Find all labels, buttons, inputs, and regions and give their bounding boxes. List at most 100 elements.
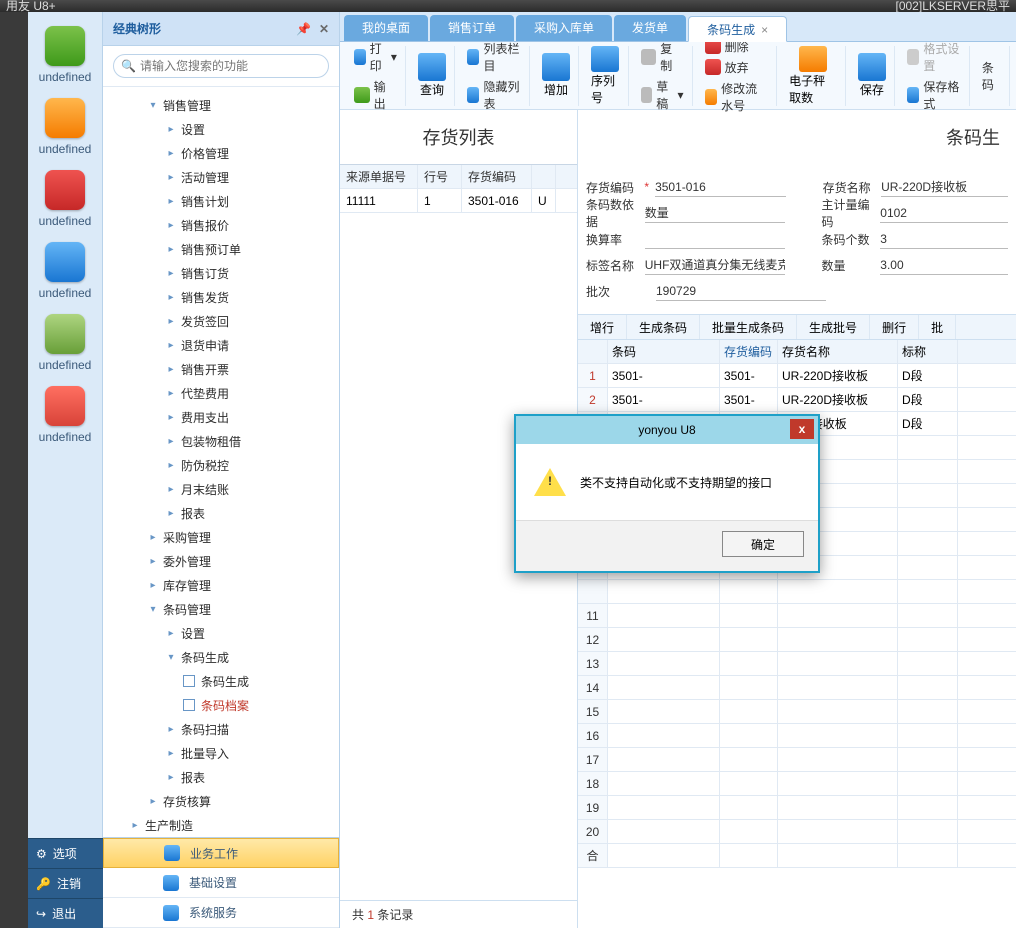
table-row[interactable]: 1111113501-016U [340,189,577,213]
table-row[interactable]: 20 [578,820,1016,844]
save-button[interactable]: 保存 [850,46,895,106]
tree-node[interactable]: ▸销售发货 [103,285,339,309]
pin-icon[interactable]: 📌 [296,22,311,36]
col-header[interactable]: 存货编码 [720,340,778,363]
count-basis-field[interactable] [645,203,785,223]
tree-node[interactable]: ▸活动管理 [103,165,339,189]
tree-node[interactable]: ▸委外管理 [103,549,339,573]
dialog-ok-button[interactable]: 确定 [722,531,804,557]
tree-node[interactable]: ▸批量导入 [103,741,339,765]
tree-node[interactable]: ▾销售管理 [103,93,339,117]
add-button[interactable]: 增加 [534,46,579,106]
tree-node[interactable]: ▸包装物租借 [103,429,339,453]
query-button[interactable]: 查询 [410,46,455,106]
nav-footer-item[interactable]: 业务工作 [103,838,339,868]
tree-node[interactable]: ▸销售预订单 [103,237,339,261]
col-header[interactable]: 存货编码 [462,165,532,188]
tree-node[interactable]: 条码档案 [103,693,339,717]
copy-button[interactable]: 复制 [641,40,684,74]
table-row[interactable]: 2 3501-016190729005 3501-016 UR-220D接收板 … [578,388,1016,412]
tree-node[interactable]: ▸库存管理 [103,573,339,597]
tree-node[interactable]: ▸防伪税控 [103,453,339,477]
unit-code-field[interactable] [880,203,1008,223]
tab[interactable]: 发货单 [614,15,686,41]
tab[interactable]: 销售订单 [430,15,514,41]
col-header[interactable] [578,340,608,363]
tree-node[interactable]: ▸费用支出 [103,405,339,429]
toolbar-button[interactable]: 批量生成条码 [700,315,797,339]
toolbar-button[interactable]: 增行 [578,315,627,339]
rail-item[interactable]: undefined [28,236,102,308]
nav-footer-item[interactable]: 基础设置 [103,868,339,898]
tree-node[interactable]: ▸销售订货 [103,261,339,285]
col-header[interactable]: 行号 [418,165,462,188]
tree-node[interactable]: ▸报表 [103,501,339,525]
tree-node[interactable]: ▸设置 [103,117,339,141]
toolbar-button[interactable]: 批 [919,315,956,339]
tree-node[interactable]: ▸销售计划 [103,189,339,213]
table-row[interactable]: 18 [578,772,1016,796]
tree-node[interactable]: ▸价格管理 [103,141,339,165]
col-header[interactable]: 标称 [898,340,958,363]
listcol-button[interactable]: 列表栏目 [467,40,521,74]
rail-item[interactable]: undefined [28,380,102,452]
table-row[interactable]: 13 [578,652,1016,676]
rail-item[interactable]: undefined [28,164,102,236]
table-row[interactable]: 合计 [578,844,1016,868]
tree-node[interactable]: ▸存货核算 [103,789,339,813]
barcode-button[interactable]: 条码 [982,59,1001,93]
barcode-count-field[interactable] [880,229,1008,249]
discard-button[interactable]: 放弃 [705,59,769,76]
savefmt-button[interactable]: 保存格式 [907,78,961,112]
tree-node[interactable]: ▸发货签回 [103,309,339,333]
side-option[interactable]: ⚙选项 [28,838,103,868]
qty-field[interactable] [880,255,1008,275]
table-row[interactable]: 17 [578,748,1016,772]
tab[interactable]: 条码生成× [688,16,787,42]
tree-node[interactable]: ▸代垫费用 [103,381,339,405]
toolbar-button[interactable]: 生成批号 [797,315,870,339]
tag-name-field[interactable] [645,255,785,275]
rate-field[interactable] [645,229,785,249]
scale-button[interactable]: 电子秤取数 [781,46,846,106]
side-option[interactable]: ↪退出 [28,898,103,928]
tree-node[interactable]: 条码生成 [103,669,339,693]
dialog-close-button[interactable]: x [790,419,814,439]
tree-node[interactable]: ▸销售报价 [103,213,339,237]
tree-node[interactable]: ▸生产制造 [103,813,339,837]
modifyflow-button[interactable]: 修改流水号 [705,80,769,114]
tree-node[interactable]: ▸设置 [103,621,339,645]
tree-node[interactable]: ▸采购管理 [103,525,339,549]
table-row[interactable]: 16 [578,724,1016,748]
inv-name-field[interactable] [881,177,1008,197]
close-icon[interactable]: ✕ [319,22,329,36]
inv-code-field[interactable] [655,177,786,197]
tree-node[interactable]: ▸退货申请 [103,333,339,357]
rail-item[interactable]: undefined [28,20,102,92]
toolbar-button[interactable]: 删行 [870,315,919,339]
col-header[interactable]: 条码 [608,340,720,363]
fmtset-button[interactable]: 格式设置 [907,40,961,74]
hidecol-button[interactable]: 隐藏列表 [467,78,521,112]
tab-close-icon[interactable]: × [761,23,768,37]
search-input[interactable] [113,54,329,78]
table-row[interactable]: 11 [578,604,1016,628]
col-header[interactable]: 来源单据号 [340,165,418,188]
tab[interactable]: 我的桌面 [344,15,428,41]
draft-button[interactable]: 草稿 ▾ [641,78,684,112]
export-button[interactable]: 输出 [354,78,397,112]
rail-item[interactable]: undefined [28,92,102,164]
table-row[interactable] [578,580,1016,604]
tree-node[interactable]: ▸销售开票 [103,357,339,381]
side-option[interactable]: 🔑注销 [28,868,103,898]
table-row[interactable]: 12 [578,628,1016,652]
tree-node[interactable]: ▾条码管理 [103,597,339,621]
col-header[interactable]: 存货名称 [778,340,898,363]
print-button[interactable]: 打印 ▾ [354,40,397,74]
tab[interactable]: 采购入库单 [516,15,612,41]
tree-node[interactable]: ▸条码扫描 [103,717,339,741]
rail-item[interactable]: undefined [28,308,102,380]
table-row[interactable]: 19 [578,796,1016,820]
nav-footer-item[interactable]: 系统服务 [103,898,339,928]
table-row[interactable]: 14 [578,676,1016,700]
